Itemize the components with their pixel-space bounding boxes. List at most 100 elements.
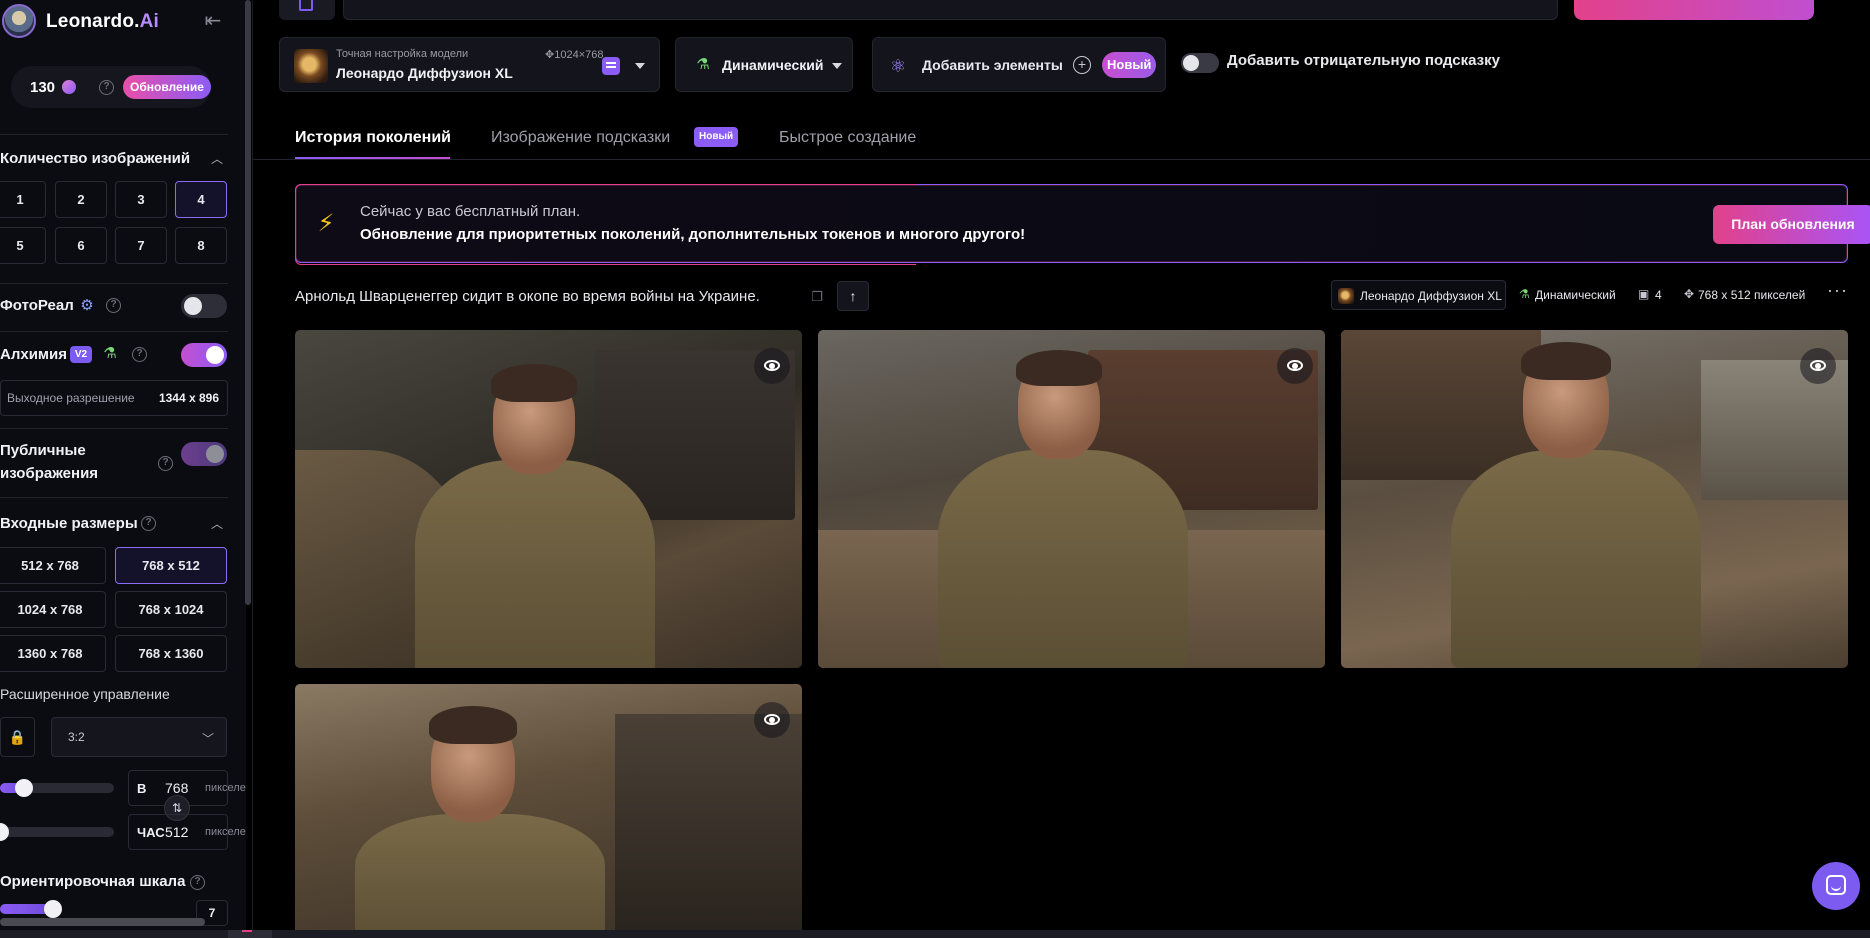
taskbar-accent [242,930,252,932]
size-option-768x512[interactable]: 768 x 512 [115,547,227,584]
image-count-option-8[interactable]: 8 [175,227,227,264]
generated-image-3[interactable] [1341,330,1848,668]
guidance-slider-handle[interactable] [44,900,62,918]
help-icon[interactable]: ? [190,875,205,890]
alchemy-toggle[interactable] [181,343,227,367]
image-count-option-3[interactable]: 3 [115,181,167,218]
generate-button[interactable] [1574,0,1814,20]
width-value: 768 [165,780,189,796]
image-count-option-4[interactable]: 4 [175,181,227,218]
model-thumbnail [294,49,328,83]
arrow-up-icon[interactable]: ↑ [837,281,869,311]
model-name: Леонардо Диффузион XL [336,65,513,81]
height-field[interactable]: ЧАС 512 пикселей [128,814,246,850]
help-icon[interactable]: ? [99,80,114,95]
guidance-slider[interactable] [0,900,62,918]
tabs: История поколений Изображение подсказки … [253,120,1870,160]
chat-icon[interactable] [1812,862,1860,910]
chevron-down-icon[interactable] [635,63,645,69]
edit-icon[interactable] [602,57,620,75]
brand-logo [2,4,36,38]
divider [0,331,228,332]
photoreal-toggle[interactable] [181,294,227,318]
output-resolution-label: Выходное разрешение [7,391,135,405]
main-area: Точная настройка модели ✥1024×768 Леонар… [253,0,1870,930]
tab-quick-create[interactable]: Быстрое создание [779,129,916,147]
height-letter: ЧАС [137,825,165,840]
model-selector[interactable]: Точная настройка модели ✥1024×768 Леонар… [279,37,660,92]
collapse-sidebar-icon[interactable]: ⇤ [200,10,226,32]
eye-icon[interactable] [1800,348,1836,384]
help-icon[interactable]: ? [158,456,173,471]
width-letter: В [137,781,147,796]
lock-icon[interactable]: 🔒 [0,717,35,757]
tab-image-prompt[interactable]: Изображение подсказки [491,129,670,147]
banner-plan-text: Сейчас у вас бесплатный план. [360,203,581,220]
chevron-down-icon [832,63,842,69]
help-icon[interactable]: ? [132,347,147,362]
size-option-768x1024[interactable]: 768 x 1024 [115,591,227,628]
width-slider[interactable] [0,779,114,797]
public-images-toggle[interactable] [181,442,227,466]
add-elements-button[interactable]: ⚛ Добавить элементы + Новый [872,37,1166,92]
tab-generation-history[interactable]: История поколений [295,129,451,147]
more-icon[interactable]: ··· [1827,281,1847,302]
chevron-up-icon[interactable]: ︿ [210,152,224,166]
size-option-512x768[interactable]: 512 x 768 [0,547,106,584]
height-slider-handle[interactable] [0,823,9,841]
guidance-scale-label: Ориентировочная шкала [0,873,186,890]
model-caption: Точная настройка модели [336,48,469,60]
aspect-ratio-select[interactable]: 3:2 ﹀ [51,717,227,757]
chevron-up-icon[interactable]: ︿ [210,517,224,531]
copy-icon[interactable]: ❐ [809,289,825,305]
image-count-option-7[interactable]: 7 [115,227,167,264]
help-icon[interactable]: ? [141,516,156,531]
new-badge: Новый [694,127,739,147]
image-count-option-6[interactable]: 6 [55,227,107,264]
sidebar: Leonardo.Ai ⇤ 130 ? Обновление Количеств… [0,0,246,930]
size-option-1360x768[interactable]: 1360 x 768 [0,635,106,672]
image-count-option-2[interactable]: 2 [55,181,107,218]
width-slider-handle[interactable] [15,779,33,797]
eye-icon[interactable] [754,702,790,738]
prompt-input[interactable] [343,0,1558,20]
eye-icon[interactable] [754,348,790,384]
negative-prompt-toggle[interactable] [1181,53,1219,73]
image-count-title: Количество изображений [0,150,191,167]
add-elements-label: Добавить элементы [922,57,1063,73]
input-sizes-title: Входные размеры [0,515,138,532]
image-count-option-5[interactable]: 5 [0,227,46,264]
upgrade-banner: ⚡ Сейчас у вас бесплатный план. Обновлен… [295,184,1870,265]
taskbar [0,930,1870,938]
brand-name: Leonardo.Ai [46,11,160,32]
public-images-label-2: изображения [0,465,99,482]
output-resolution-value: 1344 x 896 [158,391,219,405]
height-slider[interactable] [0,823,114,841]
token-icon [62,80,76,94]
generated-image-2[interactable] [818,330,1325,668]
upgrade-plan-button[interactable]: План обновления [1713,205,1870,244]
upgrade-button[interactable]: Обновление [123,75,211,99]
images-icon: ▣ [1638,287,1650,301]
height-unit: пикселей [205,826,246,838]
size-option-768x1360[interactable]: 768 x 1360 [115,635,227,672]
generated-image-4[interactable] [295,684,802,930]
generated-image-1[interactable] [295,330,802,668]
help-icon[interactable]: ? [106,298,121,313]
sidebar-scrollbar[interactable] [245,0,251,605]
eye-icon[interactable] [1277,348,1313,384]
model-size: ✥1024×768 [545,49,604,61]
style-selector[interactable]: ⚗ Динамический [675,37,853,92]
divider [0,283,228,284]
sidebar-horizontal-scrollbar[interactable] [0,918,205,926]
size-option-1024x768[interactable]: 1024 x 768 [0,591,106,628]
atom-icon: ⚛ [889,56,907,76]
generation-style: Динамический [1535,288,1616,302]
prompt-options-button[interactable] [279,0,335,20]
image-count-option-1[interactable]: 1 [0,181,46,218]
negative-prompt-label: Добавить отрицательную подсказку [1227,52,1500,69]
potion-icon: ⚗ [1519,287,1530,301]
chevron-down-icon: ﹀ [201,732,214,746]
logo-row: Leonardo.Ai ⇤ [0,0,246,44]
output-resolution: Выходное разрешение 1344 x 896 [0,380,228,416]
